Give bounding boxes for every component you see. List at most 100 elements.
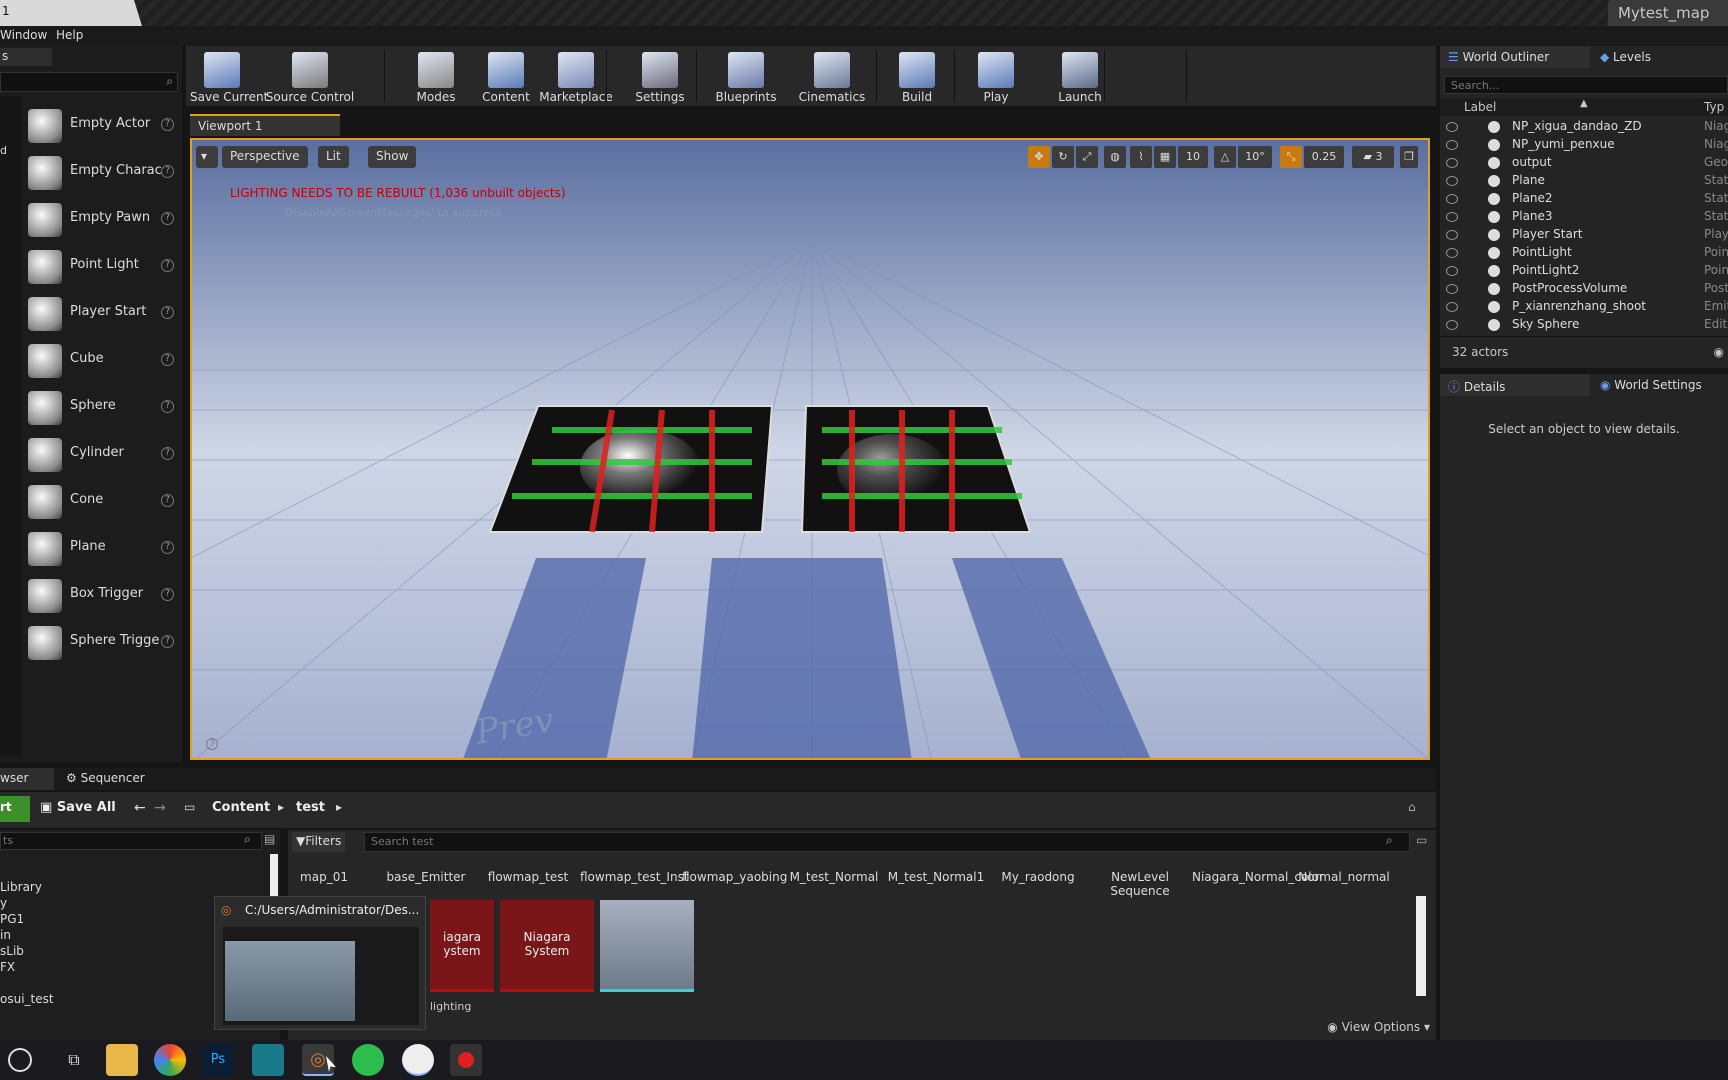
place-item[interactable]: Cube? bbox=[26, 338, 178, 382]
column-label[interactable]: Label bbox=[1464, 100, 1496, 114]
tab-sequencer[interactable]: ⚙ Sequencer bbox=[58, 768, 198, 790]
place-item[interactable]: Sphere? bbox=[26, 385, 178, 429]
filters-button[interactable]: ▼Filters bbox=[292, 832, 346, 852]
wechat-icon[interactable] bbox=[352, 1044, 384, 1076]
viewport-options-button[interactable]: ▾ bbox=[196, 146, 218, 168]
import-button[interactable]: rt bbox=[0, 796, 30, 822]
map-tab[interactable]: Mytest_map bbox=[1608, 0, 1728, 26]
place-search-input[interactable]: ⌕ bbox=[0, 72, 178, 92]
camera-speed[interactable]: ▰ 3 bbox=[1352, 146, 1394, 168]
help-icon[interactable]: ? bbox=[161, 353, 174, 366]
grid-snap-value[interactable]: 10 bbox=[1178, 146, 1208, 168]
visibility-eye-icon[interactable] bbox=[1446, 302, 1458, 312]
help-icon[interactable]: ? bbox=[161, 400, 174, 413]
menu-window[interactable]: Window bbox=[0, 28, 47, 42]
visibility-eye-icon[interactable] bbox=[1446, 122, 1458, 132]
place-item[interactable]: Cylinder? bbox=[26, 432, 178, 476]
view-options-eye-icon[interactable]: ◉ bbox=[1714, 345, 1724, 359]
list-view-icon[interactable]: ▤ bbox=[264, 832, 275, 846]
asset-label[interactable]: flowmap_yaobing bbox=[682, 870, 787, 884]
world-local-icon[interactable]: ◍ bbox=[1104, 146, 1126, 168]
save-search-icon[interactable]: ▭ bbox=[1416, 833, 1427, 847]
help-icon[interactable]: ? bbox=[161, 165, 174, 178]
asset-label[interactable]: My_raodong bbox=[988, 870, 1088, 884]
show-button[interactable]: Show bbox=[368, 146, 417, 168]
view-options-button[interactable]: ◉ View Options ▾ bbox=[1327, 1020, 1430, 1034]
asset-label[interactable]: flowmap_test bbox=[478, 870, 578, 884]
help-icon[interactable]: ? bbox=[161, 541, 174, 554]
column-type[interactable]: Typ bbox=[1704, 100, 1724, 114]
blueprints-button[interactable]: Blueprints bbox=[706, 46, 786, 106]
file-explorer-icon[interactable] bbox=[106, 1044, 138, 1076]
place-item[interactable]: Player Start? bbox=[26, 291, 178, 335]
place-item[interactable]: Box Trigger? bbox=[26, 573, 178, 617]
help-icon[interactable]: ? bbox=[161, 259, 174, 272]
rotation-snap-value[interactable]: 10° bbox=[1238, 146, 1272, 168]
visibility-eye-icon[interactable] bbox=[1446, 212, 1458, 222]
asset-label[interactable]: base_Emitter bbox=[376, 870, 476, 884]
visibility-eye-icon[interactable] bbox=[1446, 140, 1458, 150]
recorder-icon[interactable] bbox=[450, 1044, 482, 1076]
asset-label[interactable]: M_test_Normal bbox=[784, 870, 884, 884]
asset-thumbnail-level[interactable] bbox=[600, 900, 694, 992]
scale-snap-icon[interactable]: ⤡ bbox=[1280, 146, 1302, 168]
help-icon[interactable]: ? bbox=[161, 635, 174, 648]
place-item[interactable]: Empty Charac? bbox=[26, 150, 178, 194]
outliner-row[interactable]: PointLight2 Poin bbox=[1440, 262, 1728, 280]
asset-label[interactable]: Niagara_Normal_color bbox=[1192, 870, 1324, 884]
build-button[interactable]: Build bbox=[882, 46, 952, 106]
folder-item[interactable]: osui_test bbox=[0, 992, 54, 1006]
modes-button[interactable]: Modes bbox=[396, 46, 476, 106]
maya-icon[interactable] bbox=[252, 1044, 284, 1076]
grid-snap-icon[interactable]: ▦ bbox=[1154, 146, 1176, 168]
outliner-row[interactable]: Plane3 Stati bbox=[1440, 208, 1728, 226]
breadcrumb-content[interactable]: Content bbox=[212, 800, 270, 815]
chrome-icon[interactable] bbox=[154, 1044, 186, 1076]
place-item[interactable]: Empty Pawn? bbox=[26, 197, 178, 241]
maximize-icon[interactable]: ❐ bbox=[1400, 146, 1418, 168]
place-item[interactable]: Empty Actor? bbox=[26, 103, 178, 147]
place-item[interactable]: Point Light? bbox=[26, 244, 178, 288]
visibility-eye-icon[interactable] bbox=[1446, 194, 1458, 204]
place-item[interactable]: Cone? bbox=[26, 479, 178, 523]
folder-item[interactable]: FX bbox=[0, 960, 15, 974]
folder-search-input[interactable]: ts bbox=[0, 832, 262, 850]
folder-item[interactable]: sLib bbox=[0, 944, 24, 958]
asset-label[interactable]: M_test_Normal1 bbox=[886, 870, 986, 884]
viewport[interactable]: Prev ▾ Perspective Lit Show ✥ ↻ ⤢ ◍ ⌇ ▦ … bbox=[190, 138, 1430, 760]
source-control-button[interactable]: Source Control bbox=[260, 46, 360, 106]
help-icon[interactable]: ? bbox=[206, 738, 218, 750]
place-item[interactable]: Sphere Trigge? bbox=[26, 620, 178, 664]
tab-world-outliner[interactable]: ☰ World Outliner bbox=[1440, 46, 1590, 68]
asset-label[interactable]: NewLevel Sequence bbox=[1090, 870, 1190, 898]
asset-label[interactable]: map_01 bbox=[274, 870, 374, 884]
visibility-eye-icon[interactable] bbox=[1446, 266, 1458, 276]
help-icon[interactable]: ? bbox=[161, 494, 174, 507]
cortana-icon[interactable] bbox=[8, 1048, 32, 1072]
help-icon[interactable]: ? bbox=[161, 118, 174, 131]
outliner-row[interactable]: P_xianrenzhang_shoot Emit bbox=[1440, 298, 1728, 316]
asset-label[interactable]: flowmap_test_Inst bbox=[580, 870, 689, 884]
marketplace-button[interactable]: Marketplace bbox=[536, 46, 616, 106]
outliner-row[interactable]: PointLight Poin bbox=[1440, 244, 1728, 262]
tab-details[interactable]: ⓘ Details bbox=[1440, 374, 1590, 396]
forward-arrow-icon[interactable]: → bbox=[154, 800, 166, 816]
save-all-button[interactable]: ▣ Save All bbox=[36, 796, 120, 822]
place-item[interactable]: Plane? bbox=[26, 526, 178, 570]
outliner-row[interactable]: Plane Stati bbox=[1440, 172, 1728, 190]
launch-button[interactable]: Launch bbox=[1040, 46, 1120, 106]
folder-item[interactable]: in bbox=[0, 928, 11, 942]
outliner-row[interactable]: NP_xigua_dandao_ZD Niag bbox=[1440, 118, 1728, 136]
help-icon[interactable]: ? bbox=[161, 447, 174, 460]
rotation-snap-icon[interactable]: △ bbox=[1214, 146, 1236, 168]
folder-item[interactable]: y bbox=[0, 896, 7, 910]
scale-snap-value[interactable]: 0.25 bbox=[1304, 146, 1344, 168]
viewport-tab[interactable]: Viewport 1 bbox=[190, 114, 340, 136]
tab-content-browser[interactable]: wser bbox=[0, 768, 54, 790]
content-button[interactable]: Content bbox=[476, 46, 536, 106]
outliner-row[interactable]: NP_yumi_penxue Niag bbox=[1440, 136, 1728, 154]
scale-icon[interactable]: ⤢ bbox=[1076, 146, 1098, 168]
window-title-tab[interactable]: 1 bbox=[0, 0, 142, 26]
outliner-row[interactable]: Plane2 Stati bbox=[1440, 190, 1728, 208]
taskbar-preview[interactable]: ◎ C:/Users/Administrator/Des... bbox=[214, 896, 426, 1030]
